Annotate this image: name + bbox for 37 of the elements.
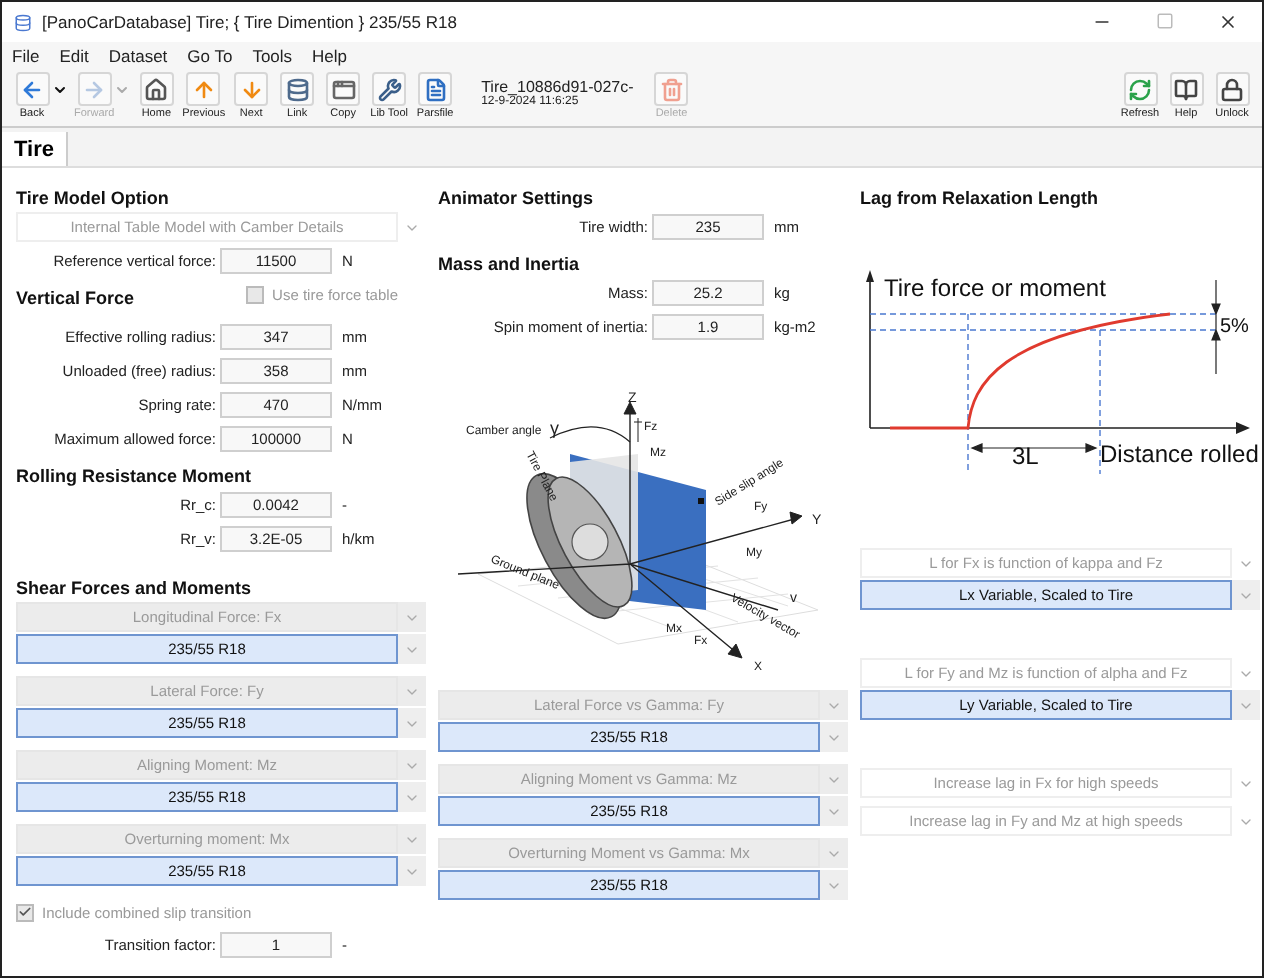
close-icon[interactable] <box>1218 12 1238 32</box>
tab[interactable]: Tire <box>2 132 68 166</box>
dropdown-caret-icon[interactable] <box>52 82 68 98</box>
menu-item[interactable]: Go To <box>187 45 233 65</box>
toolbar-icon <box>1174 77 1198 101</box>
section-heading: Shear Forces and Moments <box>16 578 254 598</box>
toolbar-icon <box>82 77 107 101</box>
menu-item[interactable]: File <box>12 45 40 65</box>
trash-icon <box>659 77 684 101</box>
toolbar-icon <box>331 77 356 101</box>
section-heading: Mass and Inertia <box>438 254 582 274</box>
chart-label: 5% <box>1220 316 1249 338</box>
section-heading: Animator Settings <box>438 188 596 208</box>
dataset-name: Tire_10886d91-027c- <box>481 78 634 96</box>
toolbar-icon <box>1128 77 1152 101</box>
section-heading: Lag from Relaxation Length <box>860 188 1101 208</box>
chart-label: Distance rolled <box>1100 440 1259 468</box>
menu-item[interactable]: Dataset <box>108 45 168 65</box>
section-heading: Rolling Resistance Moment <box>16 466 254 486</box>
toolbar-icon <box>1220 77 1244 101</box>
toolbar-icon <box>20 77 44 101</box>
window-title: [PanoCarDatabase] Tire; { Tire Dimention } 235/55 R18 <box>42 12 459 32</box>
chart-label: Tire force or moment <box>884 274 1106 302</box>
toolbar-icon <box>285 77 310 101</box>
toolbar-icon <box>423 77 448 101</box>
toolbar-icon <box>191 77 216 101</box>
section-heading: Vertical Force <box>16 288 135 308</box>
section-heading: Tire Model Option <box>16 188 171 208</box>
menu-item[interactable]: Edit <box>59 45 89 65</box>
toolbar-icon <box>239 77 264 101</box>
diagram-label: γ <box>550 418 559 438</box>
chart-label: 3L <box>1012 442 1039 470</box>
toolbar-icon <box>144 77 169 101</box>
app-icon <box>14 13 32 31</box>
menu-item[interactable]: Help <box>312 45 348 65</box>
menu-item[interactable]: Tools <box>252 45 293 65</box>
toolbar-icon <box>377 77 402 101</box>
